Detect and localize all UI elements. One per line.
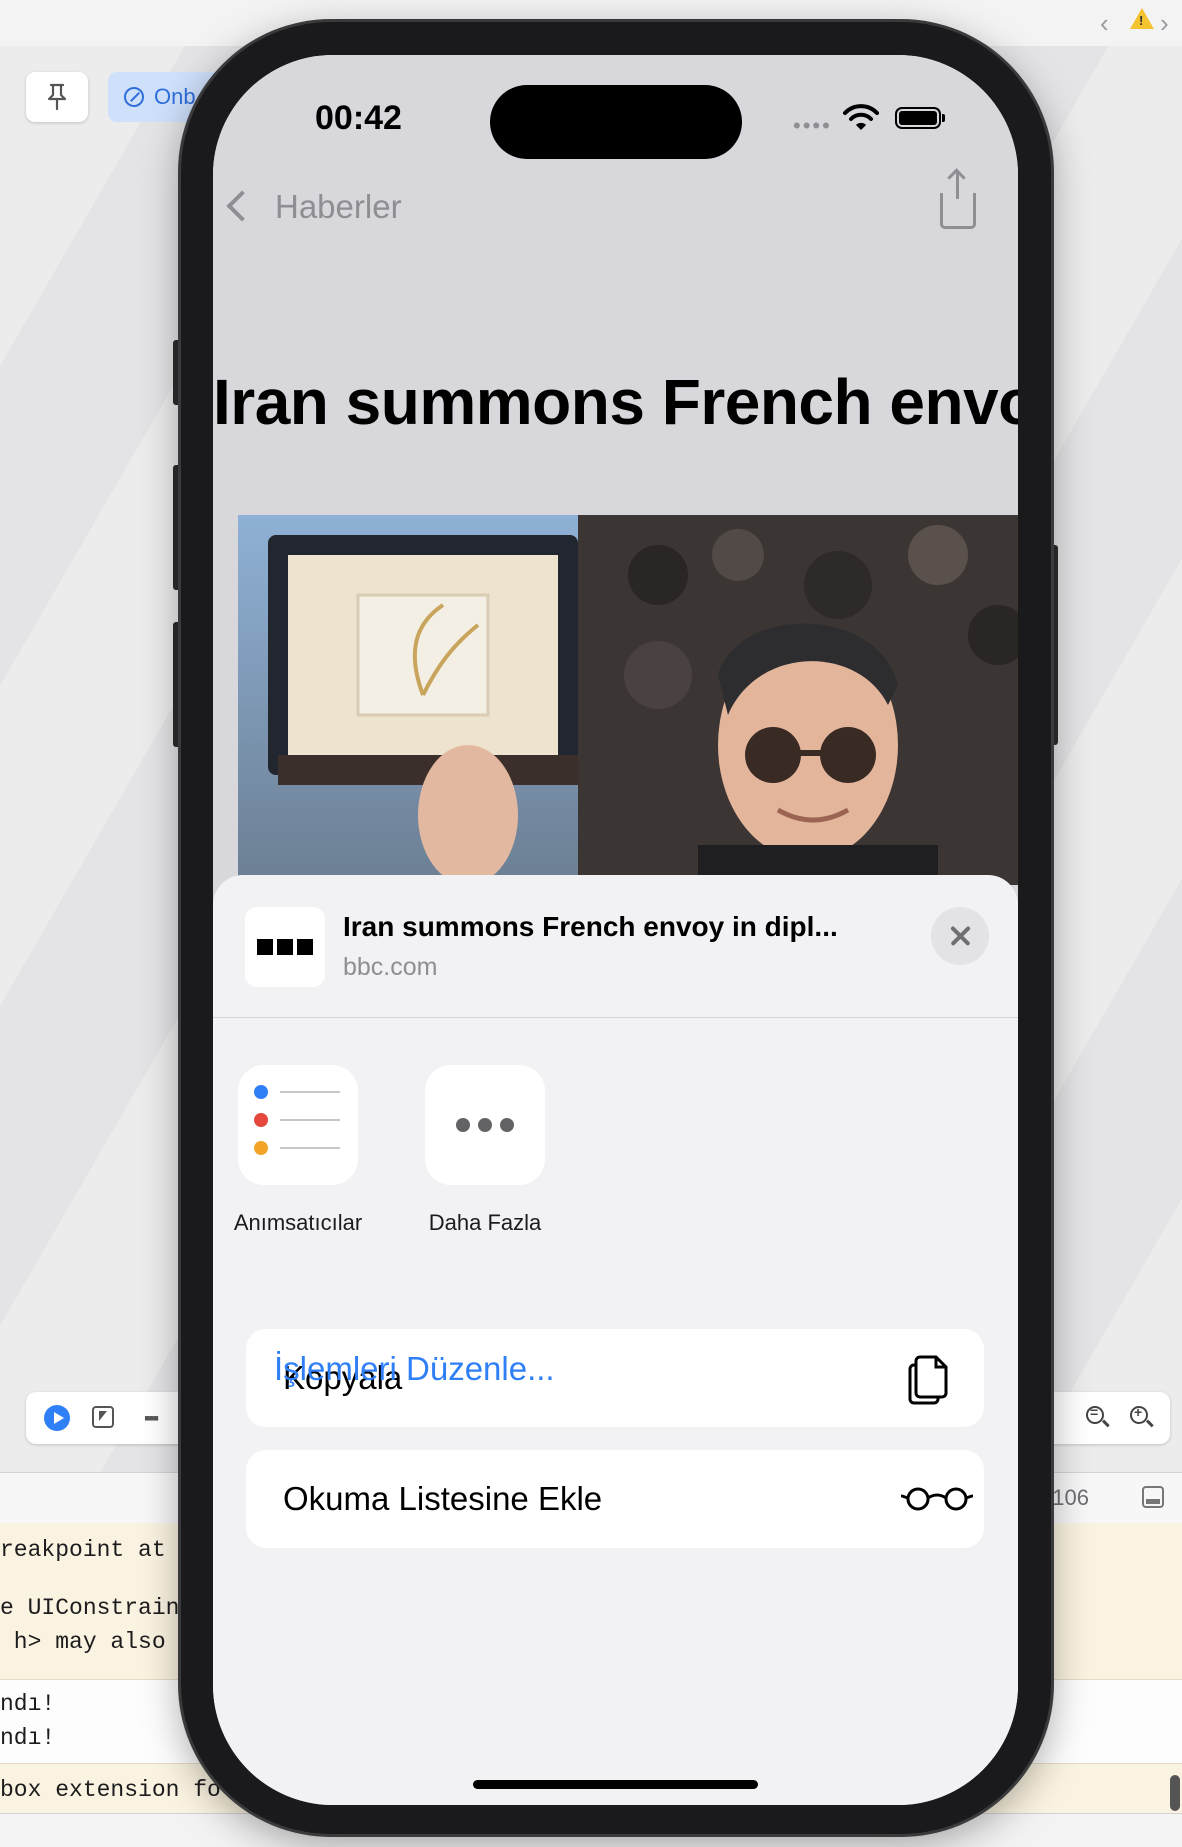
onboarding-label: Onb — [154, 84, 196, 109]
zoom-fit-icon[interactable]: = — [1086, 1404, 1104, 1424]
volume-down-button — [173, 622, 181, 747]
dynamic-island — [490, 85, 742, 159]
home-indicator[interactable] — [473, 1780, 758, 1789]
edit-actions-link[interactable]: İşlemleri Düzenle... — [274, 1350, 555, 1388]
console-line: ndı! — [0, 1691, 56, 1717]
disabled-circle-icon — [124, 87, 144, 107]
preview-toolbar-left: ▪▪▪ — [26, 1392, 196, 1444]
console-line: e UIConstrain — [0, 1595, 180, 1621]
more-apps-button[interactable] — [425, 1065, 545, 1185]
selectable-mode-icon[interactable] — [92, 1406, 114, 1428]
power-button — [1050, 545, 1058, 745]
share-title: Iran summons French envoy in dipl... — [343, 911, 838, 942]
close-button[interactable] — [931, 907, 989, 965]
back-button[interactable]: Haberler — [275, 188, 402, 226]
volume-up-button — [173, 465, 181, 590]
copy-icon — [908, 1355, 948, 1405]
zoom-in-icon[interactable]: + — [1130, 1404, 1148, 1424]
battery-icon — [895, 107, 945, 129]
pin-preview-button[interactable] — [26, 72, 88, 122]
nav-forward-icon[interactable]: › — [1160, 8, 1169, 39]
article-headline: Iran summons French envoy in diplomatic … — [213, 366, 1018, 438]
status-time: 00:42 — [315, 99, 402, 137]
award-photo-image — [238, 515, 1018, 885]
reading-list-action[interactable]: Okuma Listesine Ekle — [246, 1450, 984, 1548]
warning-icon[interactable]: ! — [1130, 8, 1154, 29]
cellular-signal-icon: •••• — [793, 113, 832, 138]
article-photo — [238, 515, 1018, 885]
share-sheet: Iran summons French envoy in dipl... bbc… — [213, 875, 1018, 1805]
console-line: box extension fo — [0, 1777, 221, 1803]
iphone-screen: 00:42 •••• Haberler Iran summons French … — [213, 55, 1018, 1805]
share-sheet-header: Iran summons French envoy in dipl... bbc… — [213, 875, 1018, 1018]
reminders-app-button[interactable] — [238, 1065, 358, 1185]
variants-grid-icon[interactable]: ▪▪▪ — [144, 1408, 159, 1429]
panel-toggle-icon[interactable] — [1142, 1486, 1164, 1508]
preview-toolbar-right: = + — [1040, 1392, 1170, 1444]
console-line: h> may also — [0, 1629, 166, 1655]
share-subtitle: bbc.com — [343, 953, 438, 981]
nav-back-icon[interactable]: ‹ — [1100, 8, 1109, 39]
console-line: ndı! — [0, 1725, 56, 1751]
more-apps-label: Daha Fazla — [428, 1210, 542, 1235]
reminders-label: Anımsatıcılar — [233, 1210, 363, 1235]
reading-glasses-icon — [901, 1487, 973, 1511]
more-icon — [425, 1065, 545, 1185]
wifi-icon — [843, 104, 879, 130]
bbc-logo-icon — [245, 907, 325, 987]
console-scrollbar[interactable] — [1170, 1775, 1180, 1811]
live-preview-icon[interactable] — [44, 1405, 70, 1431]
share-icon[interactable] — [940, 171, 976, 229]
console-line: reakpoint at — [0, 1537, 166, 1563]
reading-list-label: Okuma Listesine Ekle — [283, 1480, 603, 1517]
pin-icon — [47, 83, 67, 111]
action-button — [173, 340, 181, 405]
